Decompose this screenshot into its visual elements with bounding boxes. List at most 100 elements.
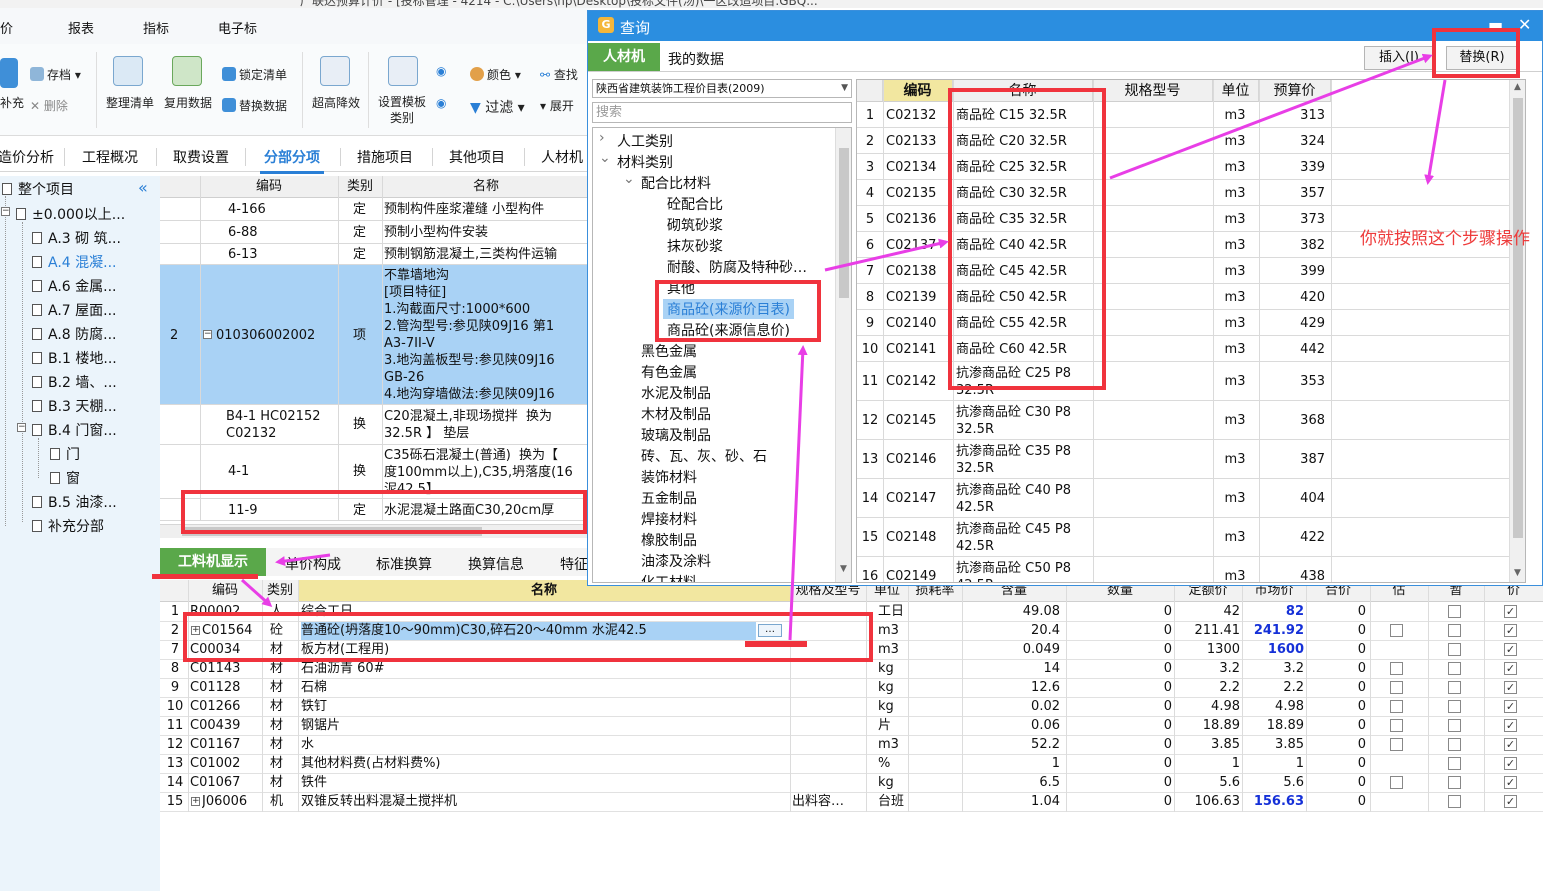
tree-node[interactable]: 油漆及涂料	[641, 551, 711, 571]
price-book-select[interactable]: 陕西省建筑装饰工程价目表(2009) ▼	[592, 79, 852, 98]
cell-market[interactable]: 1600	[1244, 641, 1304, 659]
cell-market[interactable]: 241.92	[1244, 622, 1304, 640]
estimate-checkbox[interactable]	[1390, 624, 1403, 637]
price-checkbox[interactable]: ✓	[1504, 757, 1517, 770]
cell-market[interactable]: 3.2	[1244, 660, 1304, 678]
tab-dialog-resources[interactable]: 人材机	[588, 43, 660, 71]
menu-item-e-bid[interactable]: 电子标	[218, 18, 257, 37]
more-button[interactable]: …	[758, 624, 782, 637]
tree-node[interactable]: B.3 天棚...	[32, 396, 117, 416]
tab-fee-settings[interactable]: 取费设置	[173, 147, 229, 167]
tree-node[interactable]: 玻璃及制品	[641, 425, 711, 445]
grid-header-spec[interactable]: 规格型号	[1093, 80, 1213, 102]
tree-node[interactable]: A.3 砌 筑...	[32, 228, 121, 248]
cell-qty[interactable]: 20.4	[964, 622, 1060, 640]
color-button[interactable]: 颜色 ▾	[470, 66, 521, 83]
tree-node-selected[interactable]: A.4 混凝...	[32, 252, 117, 272]
cell-name[interactable]: 石油沥青 60#	[301, 660, 761, 678]
price-checkbox[interactable]: ✓	[1504, 662, 1517, 675]
table-row[interactable]: B4-1 HC02152 C02132 换 C20混凝土,非现场搅拌 换为 32…	[160, 405, 590, 445]
cell-name[interactable]: 双锥反转出料混凝土搅拌机	[301, 793, 761, 811]
cell-qty[interactable]: 0.02	[964, 698, 1060, 716]
tab-features[interactable]: 特征	[560, 554, 588, 574]
tree-node[interactable]: 砼配合比	[667, 194, 723, 214]
provisional-checkbox[interactable]	[1448, 738, 1461, 751]
expand-icon[interactable]: +	[191, 797, 200, 806]
price-checkbox[interactable]: ✓	[1504, 719, 1517, 732]
cell-qty[interactable]: 14	[964, 660, 1060, 678]
tree-node[interactable]: 补充分部	[32, 516, 104, 536]
tree-node[interactable]: 橡胶制品	[641, 530, 697, 550]
tree-node[interactable]: B.4 门窗...	[32, 420, 117, 440]
grid-header-name[interactable]: 名称	[382, 176, 590, 198]
table-row[interactable]: 14 C01067 材 铁件 kg 6.5 0 5.6 5.6 0 ✓	[160, 774, 1543, 793]
provisional-checkbox[interactable]	[1448, 719, 1461, 732]
tab-standard-conversion[interactable]: 标准换算	[376, 554, 432, 574]
scrollbar-thumb[interactable]	[1513, 98, 1523, 538]
grid-header-code[interactable]: 编码	[200, 176, 338, 198]
vertical-scrollbar[interactable]: ▼	[835, 128, 851, 582]
tree-node[interactable]: 抹灰砂浆	[667, 236, 723, 256]
provisional-checkbox[interactable]	[1448, 795, 1461, 808]
tree-node[interactable]: 化工材料	[641, 572, 697, 582]
price-checkbox[interactable]: ✓	[1504, 605, 1517, 618]
organize-list-button[interactable]: 整理清单	[106, 94, 154, 111]
filter-button[interactable]: ▼ 过滤 ▾	[470, 97, 525, 117]
find-button[interactable]: ⚯ 查找	[540, 66, 578, 83]
table-row[interactable]: 16 C02149 抗渗商品砼 C50 P8 42.5R m3 438	[857, 557, 1525, 582]
collapse-icon[interactable]: −	[17, 423, 26, 432]
expand-icon[interactable]: ›	[599, 130, 605, 146]
tree-node[interactable]: 水泥及制品	[641, 383, 711, 403]
collapse-icon[interactable]: ⌄	[599, 150, 611, 166]
cell-qty[interactable]: 12.6	[964, 679, 1060, 697]
provisional-checkbox[interactable]	[1448, 757, 1461, 770]
table-row[interactable]: 14 C02147 抗渗商品砼 C40 P8 42.5R m3 404	[857, 479, 1525, 518]
estimate-checkbox[interactable]	[1390, 719, 1403, 732]
table-row[interactable]: 11 C00439 材 钢锯片 片 0.06 0 18.89 18.89 0 ✓	[160, 717, 1543, 736]
table-row[interactable]: 9 C01128 材 石棉 kg 12.6 0 2.2 2.2 0 ✓	[160, 679, 1543, 698]
tree-node[interactable]: 门	[50, 444, 80, 464]
table-row[interactable]: 4-166 定 预制构件座浆灌缝 小型构件	[160, 198, 590, 221]
template-category-button[interactable]: 设置模板 类别	[378, 94, 426, 126]
scroll-down-icon[interactable]: ▼	[1514, 568, 1521, 578]
price-checkbox[interactable]: ✓	[1504, 624, 1517, 637]
table-row[interactable]: 6-13 定 预制钢筋混凝土,三类构件运输	[160, 244, 590, 265]
cell-name[interactable]: 其他材料费(占材料费%)	[301, 755, 761, 773]
estimate-checkbox[interactable]	[1390, 700, 1403, 713]
table-row[interactable]: 15 C02148 抗渗商品砼 C45 P8 42.5R m3 422	[857, 518, 1525, 557]
collapse-icon[interactable]: −	[203, 330, 212, 339]
tree-node[interactable]: 砌筑砂浆	[667, 215, 723, 235]
cell-market[interactable]: 156.63	[1244, 793, 1304, 811]
lock-list-button[interactable]: 锁定清单	[222, 66, 287, 83]
cell-name[interactable]: 铁钉	[301, 698, 761, 716]
cell-qty[interactable]: 52.2	[964, 736, 1060, 754]
search-input[interactable]: 搜索	[592, 102, 852, 123]
chart-icon[interactable]: ◉	[436, 64, 446, 78]
price-checkbox[interactable]: ✓	[1504, 681, 1517, 694]
scrollbar-thumb[interactable]	[839, 148, 849, 298]
provisional-checkbox[interactable]	[1448, 681, 1461, 694]
scroll-down-icon[interactable]: ▼	[840, 564, 847, 574]
estimate-checkbox[interactable]	[1390, 681, 1403, 694]
cell-name[interactable]: 铁件	[301, 774, 761, 792]
tab-unit-price-composition[interactable]: 单价构成	[285, 554, 341, 574]
grid-header-code[interactable]: 编码	[188, 580, 262, 602]
calc-icon[interactable]: ◉	[436, 96, 446, 110]
table-row[interactable]: 13 C01002 材其他材料费(占材料费%)% 1 0 1 1 0 ✓	[160, 755, 1543, 774]
table-row[interactable]: 12 C02145 抗渗商品砼 C30 P8 32.5R m3 368	[857, 401, 1525, 440]
collapse-icon[interactable]: ⌄	[623, 171, 635, 187]
tab-labor-material-display[interactable]: 工料机显示	[160, 548, 266, 576]
grid-header-price[interactable]: 预算价	[1259, 80, 1331, 102]
price-checkbox[interactable]: ✓	[1504, 700, 1517, 713]
table-row[interactable]: 8 C01143 材 石油沥青 60# kg 14 0 3.2 3.2 0 ✓	[160, 660, 1543, 679]
cell-market[interactable]: 82	[1244, 603, 1304, 621]
tree-node[interactable]: 材料类别	[617, 152, 673, 172]
cell-qty[interactable]: 1.04	[964, 793, 1060, 811]
cell-market[interactable]: 2.2	[1244, 679, 1304, 697]
tree-root[interactable]: 整个项目	[2, 179, 74, 199]
table-row[interactable]: 6-88 定 预制小型构件安装	[160, 221, 590, 244]
delete-button[interactable]: ✕ 删除	[30, 97, 68, 114]
tree-node[interactable]: B.5 油漆...	[32, 492, 117, 512]
grid-header-type[interactable]: 类别	[262, 580, 298, 602]
price-checkbox[interactable]: ✓	[1504, 795, 1517, 808]
